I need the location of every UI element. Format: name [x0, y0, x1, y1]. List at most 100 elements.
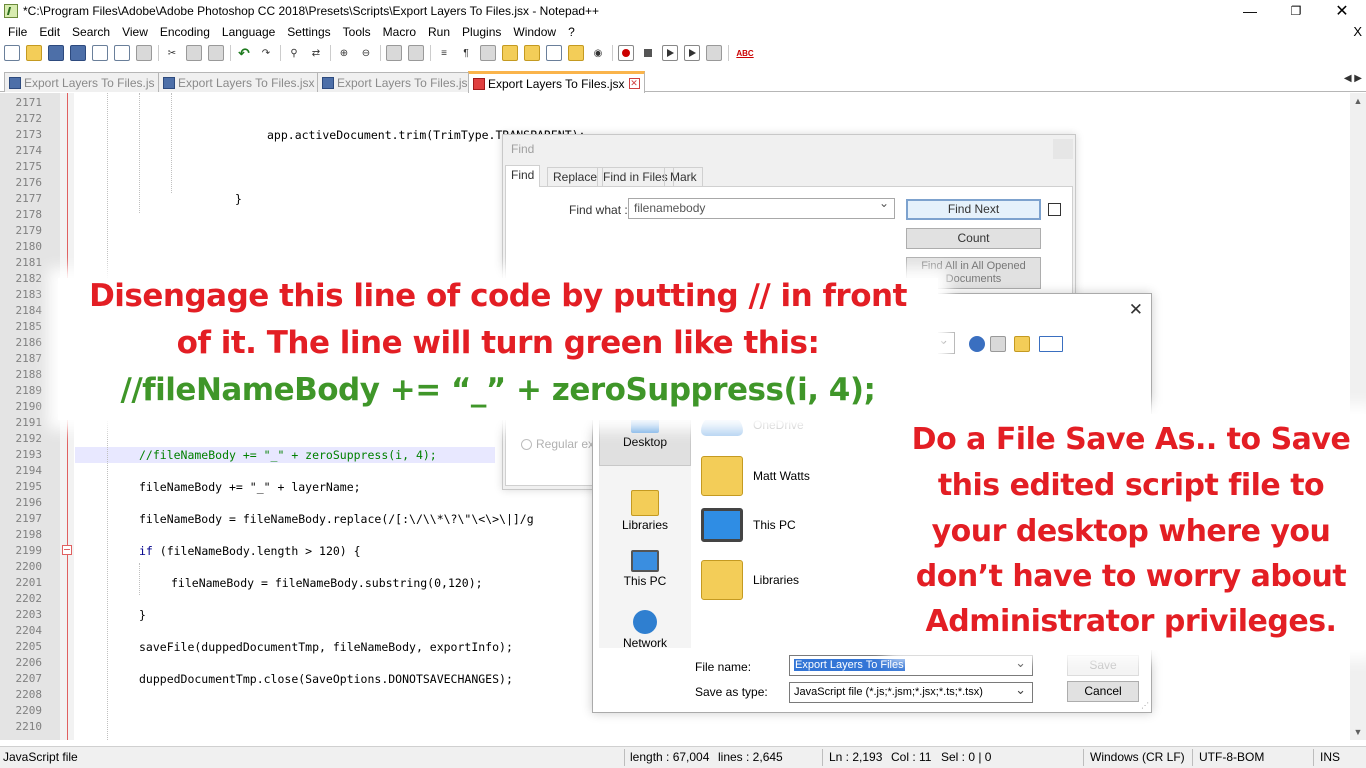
save-all-icon[interactable]	[70, 45, 86, 61]
back-icon[interactable]	[969, 336, 985, 352]
toolbar-separator	[380, 45, 381, 61]
list-item-libraries[interactable]: Libraries	[701, 560, 799, 600]
place-this-pc[interactable]: This PC	[599, 550, 691, 588]
minimize-button[interactable]: —	[1227, 0, 1273, 22]
place-network[interactable]: Network	[599, 610, 691, 650]
regular-expression-option[interactable]: Regular exp	[521, 437, 601, 451]
find-next-button[interactable]: Find Next	[906, 199, 1041, 220]
func-list-icon[interactable]	[546, 45, 562, 61]
menu-encoding[interactable]: Encoding	[154, 25, 216, 39]
paste-icon[interactable]	[208, 45, 224, 61]
save-macro-icon[interactable]	[706, 45, 722, 61]
find-dialog-close-button[interactable]	[1053, 139, 1073, 159]
up-folder-icon[interactable]	[990, 336, 1006, 352]
tab-find[interactable]: Find	[505, 165, 541, 187]
fold-toggle-icon[interactable]	[62, 545, 72, 555]
redo-icon[interactable]: ↷	[258, 45, 274, 61]
print-icon[interactable]	[136, 45, 152, 61]
folder-workspace-icon[interactable]	[568, 45, 584, 61]
save-dialog-close-icon[interactable]: ✕	[1129, 300, 1143, 320]
tab-scroll-arrows[interactable]: ◀ ▶	[1344, 73, 1362, 84]
document-icon	[163, 76, 175, 89]
menu-file[interactable]: File	[2, 25, 33, 39]
tab-export-layers-js-1[interactable]: Export Layers To Files.js ✕	[4, 72, 175, 92]
toolbar-separator	[728, 45, 729, 61]
replace-icon[interactable]: ⇄	[308, 45, 324, 61]
view-menu-icon[interactable]	[1039, 336, 1063, 352]
cancel-button[interactable]: Cancel	[1067, 681, 1139, 702]
tab-replace[interactable]: Replace	[547, 167, 604, 187]
status-file-type: JavaScript file	[3, 750, 78, 764]
code-line-2199: if (fileNameBody.length > 120) {	[139, 544, 361, 558]
menu-edit[interactable]: Edit	[33, 25, 66, 39]
sync-h-icon[interactable]	[408, 45, 424, 61]
sync-v-icon[interactable]	[386, 45, 402, 61]
menu-run[interactable]: Run	[422, 25, 456, 39]
save-icon[interactable]	[48, 45, 64, 61]
run-macro-icon[interactable]	[684, 45, 700, 61]
menu-language[interactable]: Language	[216, 25, 281, 39]
find-icon[interactable]: ⚲	[286, 45, 302, 61]
line-number: 2198	[15, 528, 43, 541]
list-item-user[interactable]: Matt Watts	[701, 456, 810, 496]
save-as-type-select[interactable]: JavaScript file (*.js;*.jsm;*.jsx;*.ts;*…	[789, 682, 1033, 703]
udl-icon[interactable]	[502, 45, 518, 61]
file-name-input[interactable]: Export Layers To Files	[789, 655, 1033, 676]
line-number: 2203	[15, 608, 43, 621]
maximize-button[interactable]: ❐	[1273, 0, 1319, 22]
count-button[interactable]: Count	[906, 228, 1041, 249]
close-document-button[interactable]: X	[1353, 24, 1362, 39]
tab-mark[interactable]: Mark	[664, 167, 703, 187]
cut-icon[interactable]: ✂	[164, 45, 180, 61]
doc-map-icon[interactable]	[524, 45, 540, 61]
tab-export-layers-jsx-active[interactable]: Export Layers To Files.jsx ✕	[468, 71, 645, 93]
indent-guide-icon[interactable]	[480, 45, 496, 61]
record-macro-icon[interactable]	[618, 45, 634, 61]
line-number: 2201	[15, 576, 43, 589]
monitor-icon[interactable]: ◉	[590, 45, 606, 61]
tab-export-layers-jsx-1[interactable]: Export Layers To Files.jsx ✕	[158, 72, 335, 92]
scroll-down-icon[interactable]: ▼	[1350, 724, 1366, 740]
zoom-out-icon[interactable]: ⊖	[358, 45, 374, 61]
menu-macro[interactable]: Macro	[377, 25, 422, 39]
save-button[interactable]: Save	[1067, 655, 1139, 676]
new-folder-icon[interactable]	[1014, 336, 1030, 352]
close-all-icon[interactable]	[114, 45, 130, 61]
all-chars-icon[interactable]: ¶	[458, 45, 474, 61]
close-icon[interactable]	[92, 45, 108, 61]
tab-export-layers-js-2[interactable]: Export Layers To Files.js ✕	[317, 72, 488, 92]
tab-find-in-files[interactable]: Find in Files	[597, 167, 674, 187]
menu-view[interactable]: View	[116, 25, 154, 39]
scroll-up-icon[interactable]: ▲	[1350, 93, 1366, 109]
menu-tools[interactable]: Tools	[337, 25, 377, 39]
find-what-input[interactable]: filenamebody	[628, 196, 895, 219]
line-number: 2210	[15, 720, 43, 733]
line-number: 2181	[15, 256, 43, 269]
close-window-button[interactable]: ✕	[1319, 0, 1365, 22]
menu-help[interactable]: ?	[562, 25, 581, 39]
menu-settings[interactable]: Settings	[281, 25, 336, 39]
annotation-save-as: Do a File Save As.. to Save this edited …	[896, 414, 1366, 650]
list-item-this-pc[interactable]: This PC	[701, 508, 796, 542]
spellcheck-icon[interactable]: ABC	[734, 45, 756, 61]
play-macro-icon[interactable]	[662, 45, 678, 61]
save-list-scrollbar[interactable]	[1127, 360, 1151, 400]
stop-macro-icon[interactable]	[640, 45, 656, 61]
menu-plugins[interactable]: Plugins	[456, 25, 507, 39]
resize-grip-icon[interactable]: ⋰	[1141, 701, 1149, 710]
status-column: Col : 11	[891, 750, 932, 764]
place-desktop[interactable]: Desktop	[599, 414, 691, 466]
undo-icon[interactable]: ↶	[236, 45, 252, 61]
find-option-checkbox[interactable]	[1048, 203, 1061, 216]
toolbar-separator	[158, 45, 159, 61]
menu-window[interactable]: Window	[507, 25, 562, 39]
code-line-2177: }	[235, 192, 242, 206]
menu-search[interactable]: Search	[66, 25, 116, 39]
copy-icon[interactable]	[186, 45, 202, 61]
new-file-icon[interactable]	[4, 45, 20, 61]
wrap-icon[interactable]: ≡	[436, 45, 452, 61]
open-file-icon[interactable]	[26, 45, 42, 61]
zoom-in-icon[interactable]: ⊕	[336, 45, 352, 61]
tab-close-icon[interactable]: ✕	[628, 78, 640, 89]
place-libraries[interactable]: Libraries	[599, 490, 691, 532]
